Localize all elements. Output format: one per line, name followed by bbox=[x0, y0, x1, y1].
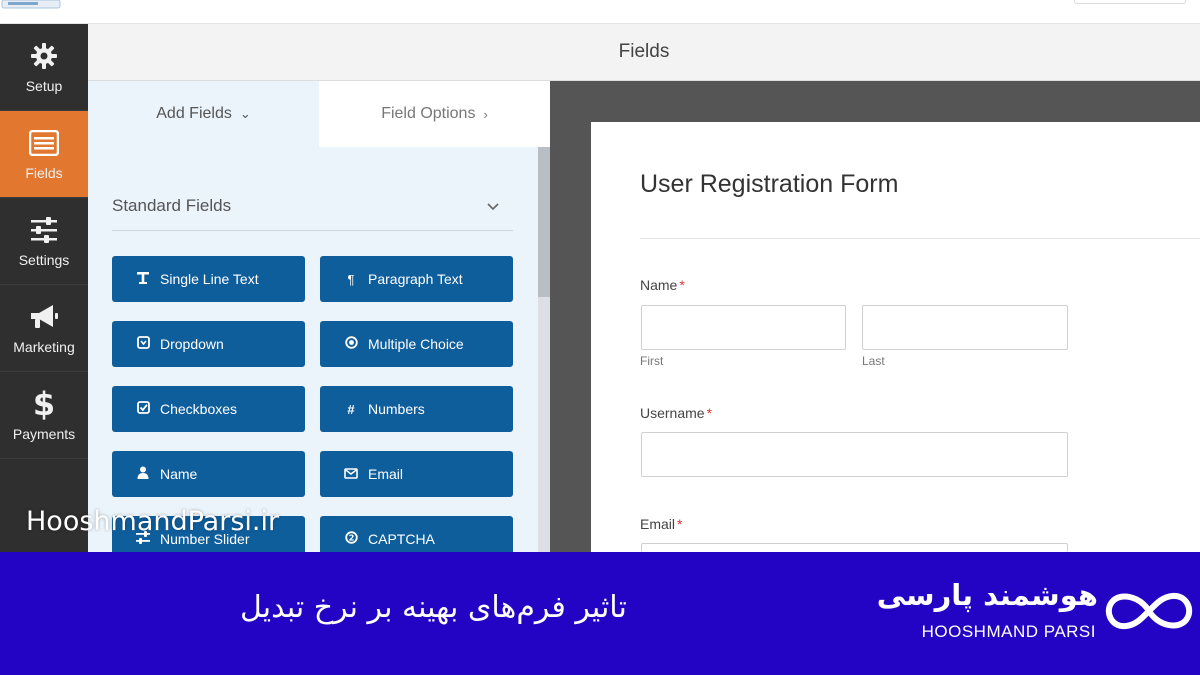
add-email-button[interactable]: Email bbox=[320, 451, 513, 497]
username-input[interactable] bbox=[641, 432, 1068, 477]
email-input[interactable] bbox=[641, 543, 1068, 552]
fields-icon bbox=[28, 127, 60, 159]
brand-name-persian: هوشمند پارسی bbox=[876, 578, 1098, 612]
username-label-text: Username bbox=[640, 405, 705, 421]
top-right-button[interactable] bbox=[1074, 0, 1186, 4]
required-marker: * bbox=[706, 405, 713, 421]
sidebar-item-label: Setup bbox=[25, 78, 63, 94]
bottom-banner: تاثیر فرم‌های بهینه بر نرخ تبدیل هوشمند … bbox=[0, 552, 1200, 675]
standard-fields-toggle[interactable]: Standard Fields bbox=[112, 181, 513, 231]
section-title: Standard Fields bbox=[112, 195, 232, 215]
button-label: CAPTCHA bbox=[368, 531, 435, 547]
last-name-input[interactable] bbox=[862, 305, 1068, 350]
tab-add-fields[interactable]: Add Fields ⌄ bbox=[88, 81, 319, 147]
panel-tabs: Add Fields ⌄ Field Options › bbox=[88, 81, 550, 147]
user-icon bbox=[134, 466, 152, 482]
button-label: Multiple Choice bbox=[368, 336, 464, 352]
form-title: User Registration Form bbox=[640, 170, 899, 198]
screen: Setup Fields Settings Marketing $ Paymen… bbox=[0, 0, 1200, 675]
sidebar: Setup Fields Settings Marketing $ Paymen… bbox=[0, 24, 88, 552]
top-bar bbox=[0, 0, 1200, 24]
add-paragraph-text-button[interactable]: ¶ Paragraph Text bbox=[320, 256, 513, 302]
add-name-button[interactable]: Name bbox=[112, 451, 305, 497]
username-field-label: Username * bbox=[640, 405, 712, 421]
banner-title: تاثیر فرم‌های بهینه بر نرخ تبدیل bbox=[240, 590, 627, 625]
paragraph-icon: ¶ bbox=[347, 271, 355, 287]
captcha-icon: 2 bbox=[342, 531, 360, 547]
watermark-text: HooshmandParsi.ir bbox=[26, 506, 280, 537]
last-sublabel: Last bbox=[862, 354, 885, 368]
panel-scrollbar[interactable] bbox=[538, 147, 550, 552]
button-label: Single Line Text bbox=[160, 271, 259, 287]
button-label: Name bbox=[160, 466, 198, 482]
tab-label: Field Options bbox=[381, 105, 476, 122]
button-label: Dropdown bbox=[160, 336, 224, 352]
brand-name-english: HOOSHMAND PARSI bbox=[921, 622, 1096, 641]
hash-icon: # bbox=[347, 401, 355, 417]
form-divider bbox=[640, 238, 1200, 239]
add-numbers-button[interactable]: # Numbers bbox=[320, 386, 513, 432]
sidebar-item-setup[interactable]: Setup bbox=[0, 24, 88, 111]
button-label: Email bbox=[368, 466, 404, 482]
chevron-down-icon: ⌄ bbox=[239, 106, 251, 121]
megaphone-icon bbox=[28, 301, 60, 333]
tab-field-options[interactable]: Field Options › bbox=[319, 81, 550, 147]
sidebar-item-settings[interactable]: Settings bbox=[0, 198, 88, 285]
sliders-icon bbox=[28, 214, 60, 246]
sidebar-item-marketing[interactable]: Marketing bbox=[0, 285, 88, 372]
name-label-text: Name bbox=[640, 277, 678, 293]
gear-icon bbox=[28, 40, 60, 72]
button-label: Numbers bbox=[368, 401, 425, 417]
first-sublabel: First bbox=[640, 354, 664, 368]
first-name-input[interactable] bbox=[641, 305, 846, 350]
sidebar-item-payments[interactable]: $ Payments bbox=[0, 372, 88, 459]
infinity-logo-icon bbox=[1105, 592, 1193, 630]
dollar-icon: $ bbox=[32, 385, 56, 423]
add-multiple-choice-button[interactable]: Multiple Choice bbox=[320, 321, 513, 367]
chevron-right-icon: › bbox=[483, 106, 488, 122]
sidebar-item-label: Payments bbox=[12, 426, 76, 442]
envelope-icon bbox=[342, 467, 360, 482]
add-checkboxes-button[interactable]: Checkboxes bbox=[112, 386, 305, 432]
dropdown-icon bbox=[134, 336, 152, 352]
fields-panel: Add Fields ⌄ Field Options › Standard Fi… bbox=[88, 81, 550, 562]
required-marker: * bbox=[679, 277, 685, 293]
button-label: Checkboxes bbox=[160, 401, 238, 417]
sidebar-item-label: Marketing bbox=[13, 339, 75, 355]
radio-icon bbox=[342, 336, 360, 352]
email-label-text: Email bbox=[640, 516, 676, 532]
name-field-label: Name * bbox=[640, 277, 685, 293]
chevron-down-icon bbox=[487, 198, 499, 214]
add-dropdown-button[interactable]: Dropdown bbox=[112, 321, 305, 367]
button-label: Paragraph Text bbox=[368, 271, 463, 287]
sidebar-item-label: Settings bbox=[18, 252, 70, 268]
page-title: Fields bbox=[88, 24, 1200, 81]
text-icon bbox=[134, 271, 152, 288]
add-single-line-text-button[interactable]: Single Line Text bbox=[112, 256, 305, 302]
form-preview-card: User Registration Form Name * First Last … bbox=[591, 122, 1200, 552]
scrollbar-thumb[interactable] bbox=[538, 147, 550, 297]
sidebar-item-fields[interactable]: Fields bbox=[0, 111, 88, 198]
required-marker: * bbox=[677, 516, 683, 532]
svg-text:2: 2 bbox=[348, 534, 354, 543]
checkbox-icon bbox=[134, 401, 152, 417]
tab-label: Add Fields bbox=[156, 105, 232, 122]
wpforms-logo-icon bbox=[1, 0, 61, 9]
email-field-label: Email * bbox=[640, 516, 682, 532]
sidebar-item-label: Fields bbox=[25, 165, 63, 181]
